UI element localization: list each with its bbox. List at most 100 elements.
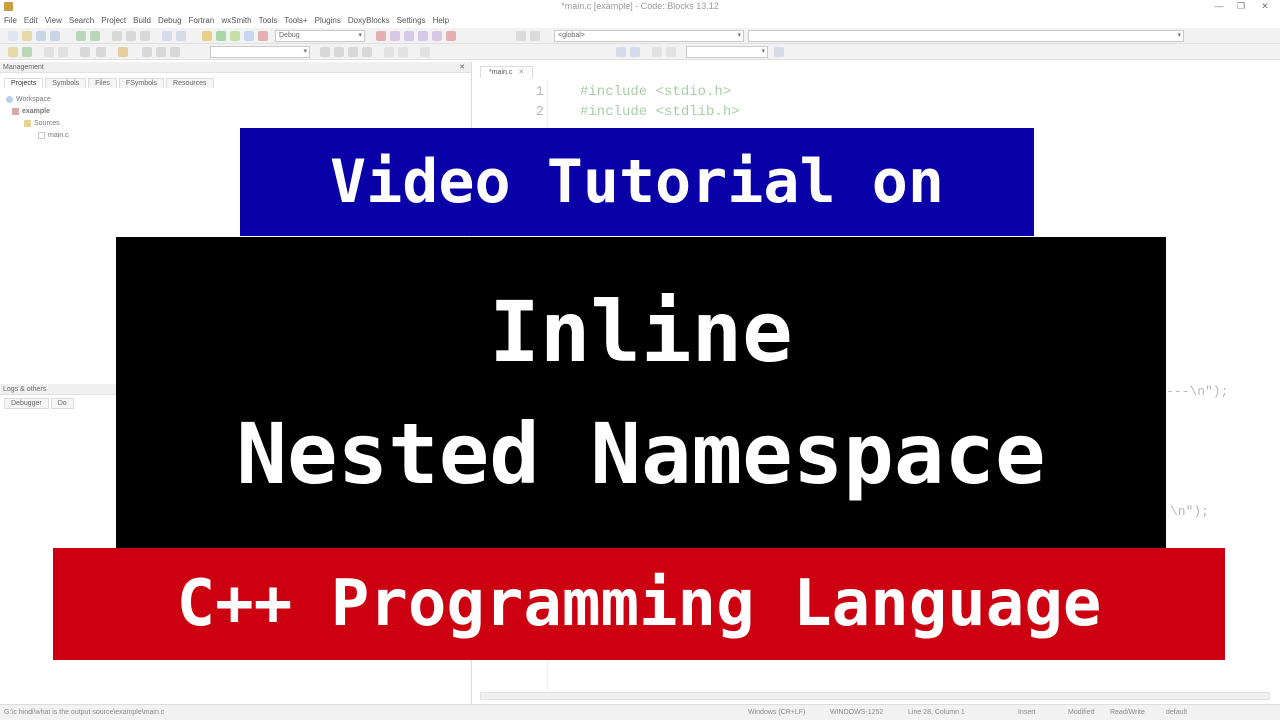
case-icon[interactable] <box>666 47 676 57</box>
jump-icon[interactable] <box>22 47 32 57</box>
next-line-icon[interactable] <box>404 31 414 41</box>
folder-icon[interactable] <box>8 47 18 57</box>
abort-icon[interactable] <box>258 31 268 41</box>
paste-icon[interactable] <box>140 31 150 41</box>
stop-debugger-icon[interactable] <box>446 31 456 41</box>
menu-project[interactable]: Project <box>97 14 129 25</box>
open-icon[interactable] <box>22 31 32 41</box>
highlight-icon[interactable] <box>398 47 408 57</box>
menu-doxyblocks[interactable]: DoxyBlocks <box>344 14 393 25</box>
status-line-endings: Windows (CR+LF) <box>748 709 806 716</box>
tab-fsymbols[interactable]: FSymbols <box>118 78 165 88</box>
nav-prev-icon[interactable] <box>348 47 358 57</box>
tree-item-file[interactable]: main.c <box>6 130 69 142</box>
debug-run-icon[interactable] <box>376 31 386 41</box>
build-icon[interactable] <box>202 31 212 41</box>
menu-tools-plus[interactable]: Tools+ <box>280 14 310 25</box>
main-title-line-1: Inline <box>489 283 793 381</box>
find-icon[interactable] <box>162 31 172 41</box>
match-icon[interactable] <box>420 47 430 57</box>
nav-forward-icon[interactable] <box>334 47 344 57</box>
scope-select[interactable]: <global> <box>554 30 744 42</box>
function-select[interactable] <box>748 30 1184 42</box>
top-title-banner: Video Tutorial on <box>240 128 1034 236</box>
menu-help[interactable]: Help <box>429 14 452 25</box>
search-icon[interactable] <box>774 47 784 57</box>
status-file-path: G:\c hindi\what is the output source\exa… <box>4 709 165 716</box>
new-file-icon[interactable] <box>8 31 18 41</box>
zoom-out-icon[interactable] <box>630 47 640 57</box>
top-banner-text: Video Tutorial on <box>329 147 945 217</box>
build-and-run-icon[interactable] <box>230 31 240 41</box>
cut-icon[interactable] <box>112 31 122 41</box>
step-out-icon[interactable] <box>432 31 442 41</box>
tab-close-icon[interactable]: ✕ <box>518 69 524 76</box>
symbol-search-input[interactable] <box>210 46 310 58</box>
management-panel-header: Management ✕ <box>0 62 471 73</box>
tab-resources[interactable]: Resources <box>166 78 214 88</box>
menu-plugins[interactable]: Plugins <box>311 14 344 25</box>
zoom-in-icon[interactable] <box>616 47 626 57</box>
build-target-select[interactable]: Debug <box>275 30 365 42</box>
menu-debug[interactable]: Debug <box>154 14 185 25</box>
tree-item-workspace[interactable]: Workspace <box>6 94 69 106</box>
replace-icon[interactable] <box>176 31 186 41</box>
nav-back-icon[interactable] <box>320 47 330 57</box>
status-language: default <box>1166 709 1188 716</box>
code-text: #include <stdlib.h> <box>580 104 740 120</box>
tab-do[interactable]: Do <box>50 398 74 409</box>
quick-search-input[interactable] <box>686 46 768 58</box>
tab-files[interactable]: Files <box>88 78 117 88</box>
code-fragment: ---\n"); <box>1166 384 1229 399</box>
menu-fortran[interactable]: Fortran <box>185 14 218 25</box>
debug-windows-icon[interactable] <box>516 31 526 41</box>
editor-tab-main-c[interactable]: *main.c ✕ <box>480 66 534 78</box>
folder-icon <box>24 119 31 127</box>
undo-icon[interactable] <box>76 31 86 41</box>
status-access: Read/Write <box>1110 709 1145 716</box>
back-icon[interactable] <box>142 47 152 57</box>
nav-next-icon[interactable] <box>362 47 372 57</box>
menu-file[interactable]: File <box>0 14 20 25</box>
redo-icon[interactable] <box>90 31 100 41</box>
forward-icon[interactable] <box>170 47 180 57</box>
tab-symbols[interactable]: Symbols <box>45 78 87 88</box>
uncomment-icon[interactable] <box>58 47 68 57</box>
maximize-icon[interactable]: ❐ <box>1230 0 1252 12</box>
menu-settings[interactable]: Settings <box>393 14 429 25</box>
project-icon <box>12 107 19 115</box>
step-into-icon[interactable] <box>418 31 428 41</box>
menu-edit[interactable]: Edit <box>20 14 41 25</box>
run-to-cursor-icon[interactable] <box>390 31 400 41</box>
toggle-icon[interactable] <box>384 47 394 57</box>
menu-wxsmith[interactable]: wxSmith <box>217 14 254 25</box>
tree-item-sources[interactable]: Sources <box>6 118 69 130</box>
run-icon[interactable] <box>216 31 226 41</box>
menu-build[interactable]: Build <box>129 14 154 25</box>
save-icon[interactable] <box>36 31 46 41</box>
main-title-line-2: Nested Namespace <box>236 405 1046 503</box>
tab-debugger[interactable]: Debugger <box>4 398 49 409</box>
menu-view[interactable]: View <box>41 14 65 25</box>
panel-close-icon[interactable]: ✕ <box>459 62 465 73</box>
menu-tools[interactable]: Tools <box>255 14 281 25</box>
doxy-extract-icon[interactable] <box>96 47 106 57</box>
horizontal-scrollbar[interactable] <box>480 692 1270 700</box>
tree-item-project[interactable]: example <box>6 106 69 118</box>
save-all-icon[interactable] <box>50 31 60 41</box>
code-text: #include <stdio.h> <box>580 84 732 100</box>
workspace-icon <box>6 95 13 103</box>
copy-icon[interactable] <box>126 31 136 41</box>
status-bar: G:\c hindi\what is the output source\exa… <box>0 704 1280 720</box>
doxy-icon[interactable] <box>80 47 90 57</box>
minimize-icon[interactable]: — <box>1208 0 1230 12</box>
tab-projects[interactable]: Projects <box>4 78 44 88</box>
wizard-icon[interactable] <box>118 47 128 57</box>
debug-info-icon[interactable] <box>530 31 540 41</box>
spell-icon[interactable] <box>652 47 662 57</box>
menu-search[interactable]: Search <box>65 14 97 25</box>
rebuild-icon[interactable] <box>244 31 254 41</box>
bookmark-icon[interactable] <box>156 47 166 57</box>
close-icon[interactable]: ✕ <box>1254 0 1276 12</box>
comment-icon[interactable] <box>44 47 54 57</box>
